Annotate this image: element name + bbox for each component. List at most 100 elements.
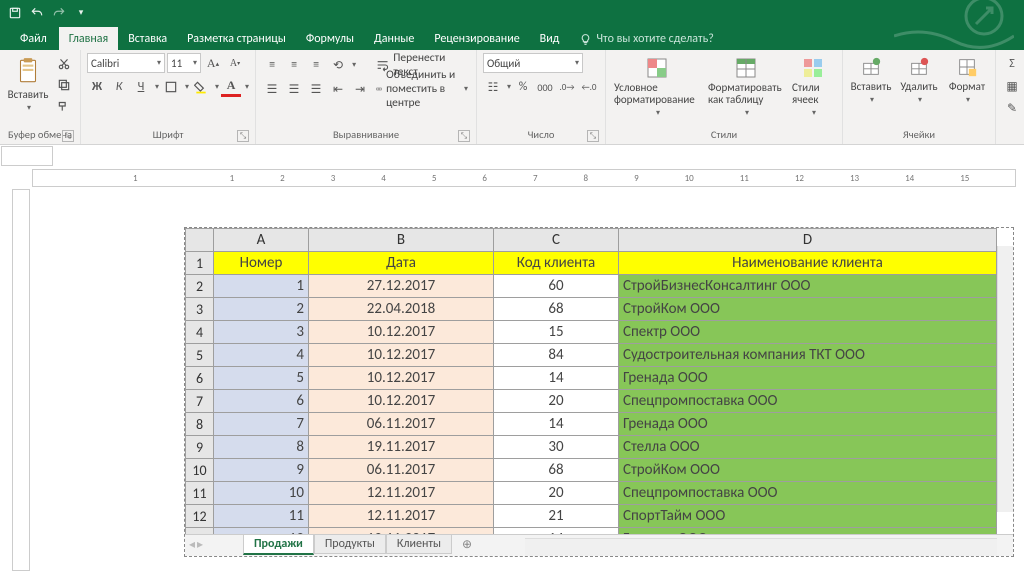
table-row[interactable]: 10906.11.201768СтройКом ООО <box>186 459 997 482</box>
cell[interactable]: 20 <box>494 482 619 505</box>
bold-button[interactable]: Ж <box>87 77 107 97</box>
save-icon[interactable] <box>4 2 26 24</box>
cell[interactable]: Судостроительная компания ТКТ ООО <box>619 344 997 367</box>
table-row[interactable]: 4310.12.201715Спектр ООО <box>186 321 997 344</box>
row-header[interactable]: 8 <box>186 413 214 436</box>
vertical-ruler[interactable] <box>12 189 30 571</box>
cell[interactable]: 11 <box>214 505 309 528</box>
decrease-decimal-icon[interactable]: ←.0 <box>579 77 599 97</box>
row-header[interactable]: 11 <box>186 482 214 505</box>
fill-down-icon[interactable]: ▦ <box>1002 76 1022 96</box>
row-header[interactable]: 6 <box>186 367 214 390</box>
select-all-corner[interactable] <box>186 229 214 252</box>
tab-home[interactable]: Главная <box>59 27 118 50</box>
cell[interactable]: Стелла ООО <box>619 436 997 459</box>
decrease-font-icon[interactable]: A▾ <box>225 53 245 73</box>
undo-icon[interactable] <box>26 2 48 24</box>
cell[interactable]: Гренада ООО <box>619 367 997 390</box>
conditional-formatting-button[interactable]: Условное форматирование▾ <box>612 54 702 120</box>
cell[interactable]: 10.12.2017 <box>309 390 494 413</box>
cell[interactable]: Гренада ООО <box>619 413 997 436</box>
cell[interactable]: 8 <box>214 436 309 459</box>
copy-icon[interactable] <box>54 75 74 95</box>
accounting-more[interactable]: ▾ <box>505 82 511 92</box>
cell[interactable]: 10.12.2017 <box>309 367 494 390</box>
underline-more-icon[interactable]: ▾ <box>153 82 159 92</box>
cell[interactable]: Номер <box>214 252 309 275</box>
font-color-icon[interactable]: A <box>221 77 241 97</box>
borders-icon[interactable] <box>161 77 181 97</box>
cell[interactable]: 12.11.2017 <box>309 505 494 528</box>
row-header[interactable]: 10 <box>186 459 214 482</box>
cell-styles-button[interactable]: Стили ячеек▾ <box>790 54 836 120</box>
embedded-worksheet-object[interactable]: A B C D 1НомерДатаКод клиентаНаименовани… <box>184 227 1014 557</box>
accounting-format-icon[interactable]: ☷ <box>483 77 503 97</box>
table-row[interactable]: 111012.11.201720Спецпромпоставка ООО <box>186 482 997 505</box>
cell[interactable]: СтройКом ООО <box>619 459 997 482</box>
cell[interactable]: 68 <box>494 459 619 482</box>
cell[interactable]: 68 <box>494 298 619 321</box>
increase-font-icon[interactable]: A▴ <box>203 53 223 73</box>
row-header[interactable]: 1 <box>186 252 214 275</box>
comma-format-icon[interactable]: 000 <box>535 77 555 97</box>
cell[interactable]: 60 <box>494 275 619 298</box>
cell[interactable]: 1 <box>214 275 309 298</box>
tab-review[interactable]: Рецензирование <box>424 27 529 50</box>
alignment-launcher-icon[interactable]: ⤡ <box>458 130 470 142</box>
autosum-icon[interactable]: Σ <box>1002 54 1022 74</box>
cell[interactable]: 9 <box>214 459 309 482</box>
cell[interactable]: 22.04.2018 <box>309 298 494 321</box>
column-header-row[interactable]: A B C D <box>186 229 997 252</box>
cell[interactable]: 14 <box>494 367 619 390</box>
column-header[interactable]: C <box>494 229 619 252</box>
orientation-more[interactable]: ▾ <box>350 60 356 70</box>
column-header[interactable]: D <box>619 229 997 252</box>
cell[interactable]: 6 <box>214 390 309 413</box>
cell[interactable]: Код клиента <box>494 252 619 275</box>
insert-cells-button[interactable]: Вставить▾ <box>849 54 893 107</box>
align-left-icon[interactable]: ☰ <box>262 79 282 99</box>
cell[interactable]: Наименование клиента <box>619 252 997 275</box>
cell[interactable]: 14 <box>494 413 619 436</box>
tab-formulas[interactable]: Формулы <box>296 27 364 50</box>
cut-icon[interactable] <box>54 54 74 74</box>
align-bottom-icon[interactable]: ≡ <box>306 55 326 75</box>
percent-format-icon[interactable]: % <box>513 77 533 97</box>
clipboard-launcher-icon[interactable]: ⤡ <box>62 130 74 142</box>
cell[interactable]: 19.11.2017 <box>309 436 494 459</box>
cell[interactable]: 06.11.2017 <box>309 459 494 482</box>
tab-data[interactable]: Данные <box>364 27 424 50</box>
name-box[interactable] <box>1 146 53 166</box>
tab-nav-prev-icon[interactable]: ◂ <box>189 537 195 552</box>
cell[interactable]: 21 <box>494 505 619 528</box>
cell[interactable]: 10.12.2017 <box>309 344 494 367</box>
worksheet-grid[interactable]: A B C D 1НомерДатаКод клиентаНаименовани… <box>185 228 997 534</box>
orientation-icon[interactable]: ⟲ <box>328 55 348 75</box>
table-row[interactable]: 1НомерДатаКод клиентаНаименование клиент… <box>186 252 997 275</box>
align-middle-icon[interactable]: ≡ <box>284 55 304 75</box>
cell[interactable]: 15 <box>494 321 619 344</box>
tell-me-search[interactable]: Что вы хотите сделать? <box>569 28 723 50</box>
format-cells-button[interactable]: Формат▾ <box>945 54 989 107</box>
cell[interactable]: Спецпромпоставка ООО <box>619 390 997 413</box>
fill-more[interactable]: ▾ <box>213 82 219 92</box>
row-header[interactable]: 2 <box>186 275 214 298</box>
cell[interactable]: 20 <box>494 390 619 413</box>
redo-icon[interactable] <box>48 2 70 24</box>
cell[interactable]: 4 <box>214 344 309 367</box>
table-row[interactable]: 6510.12.201714Гренада ООО <box>186 367 997 390</box>
font-color-more[interactable]: ▾ <box>243 82 249 92</box>
font-size-select[interactable]: 11▾ <box>167 53 201 73</box>
merge-center-button[interactable]: Объединить и поместить в центре ▾ <box>374 78 470 100</box>
table-row[interactable]: 3222.04.201868СтройКом ООО <box>186 298 997 321</box>
table-row[interactable]: 5410.12.201784Судостроительная компания … <box>186 344 997 367</box>
horizontal-ruler[interactable]: 11234567891011121314151617 <box>32 169 1016 187</box>
align-center-icon[interactable]: ☰ <box>284 79 304 99</box>
sheet-tab-products[interactable]: Продукты <box>314 535 386 554</box>
italic-button[interactable]: К <box>109 77 129 97</box>
increase-indent-icon[interactable]: ⇥ <box>350 79 370 99</box>
cell[interactable]: 10.12.2017 <box>309 321 494 344</box>
cell[interactable]: Дата <box>309 252 494 275</box>
cell[interactable]: СтройБизнесКонсалтинг ООО <box>619 275 997 298</box>
decrease-indent-icon[interactable]: ⇤ <box>328 79 348 99</box>
